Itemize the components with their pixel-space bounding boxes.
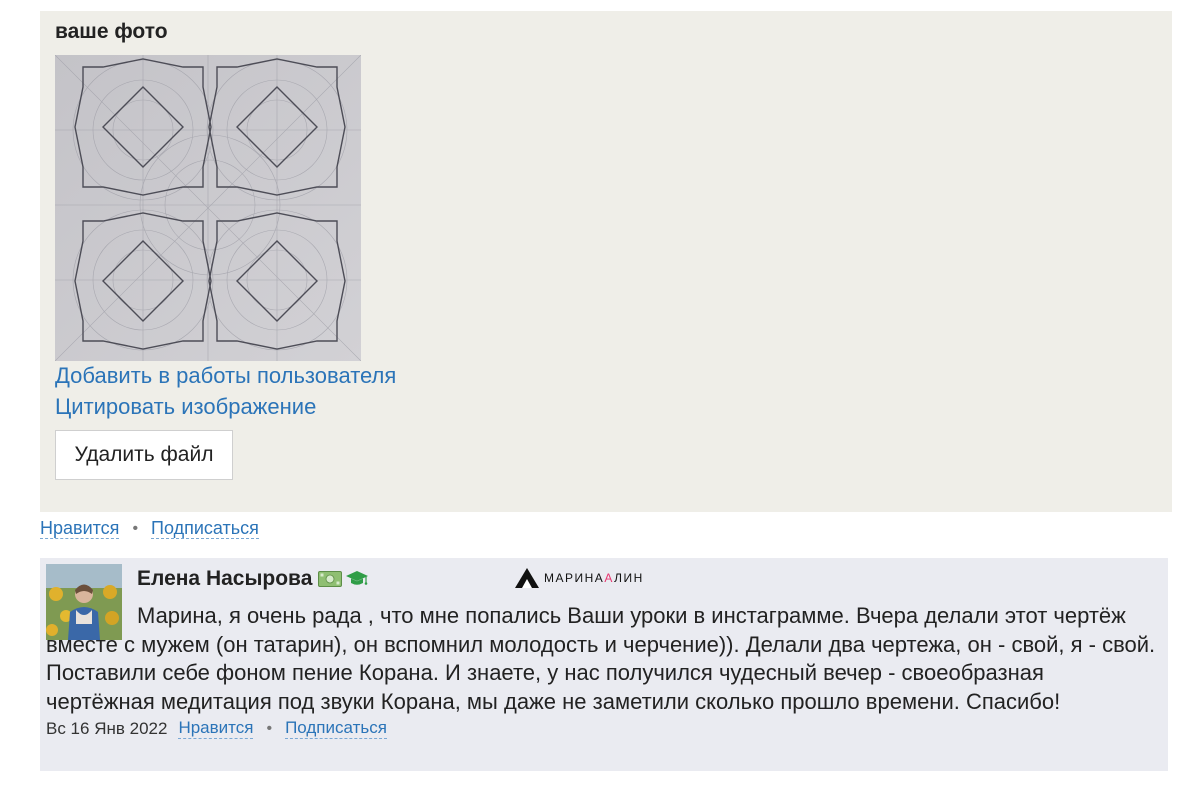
graduation-cap-icon <box>346 571 369 585</box>
bullet-separator: • <box>132 519 139 537</box>
add-to-user-works-link[interactable]: Добавить в работы пользователя <box>55 363 396 389</box>
money-badge-icon <box>318 571 343 587</box>
cite-image-link[interactable]: Цитировать изображение <box>55 394 316 420</box>
author-name[interactable]: Елена Насырова <box>137 567 312 591</box>
bullet-separator: • <box>266 719 273 737</box>
brand-logo[interactable]: МАРИНААЛИН <box>514 567 644 589</box>
delete-file-button[interactable]: Удалить файл <box>55 430 233 480</box>
photo-actions: Нравится • Подписаться <box>40 518 259 539</box>
comment-meta: Вс 16 Янв 2022 Нравится • Подписаться <box>46 718 387 739</box>
like-link[interactable]: Нравится <box>40 518 120 539</box>
brand-text-part1: МАРИНА <box>544 571 605 585</box>
comment-text: Марина, я очень рада , что мне попались … <box>46 603 1156 714</box>
comment-like-link[interactable]: Нравится <box>178 718 254 739</box>
author-row: Елена Насырова <box>137 567 369 591</box>
comment-date: Вс 16 Янв 2022 <box>46 718 168 738</box>
subscribe-link[interactable]: Подписаться <box>151 518 259 539</box>
comment-card: Елена Насырова МАРИНААЛИН Марина, я очен… <box>40 558 1168 771</box>
brand-triangle-icon <box>515 568 539 588</box>
uploaded-photo[interactable] <box>55 55 361 361</box>
brand-text-part2: ЛИН <box>614 571 644 585</box>
photo-panel: ваше фото Добавить в работы пользователя… <box>40 11 1172 512</box>
comment-subscribe-link[interactable]: Подписаться <box>285 718 387 739</box>
brand-text-accent: А <box>604 571 615 585</box>
photo-title: ваше фото <box>55 20 168 43</box>
brand-text: МАРИНААЛИН <box>544 571 644 585</box>
